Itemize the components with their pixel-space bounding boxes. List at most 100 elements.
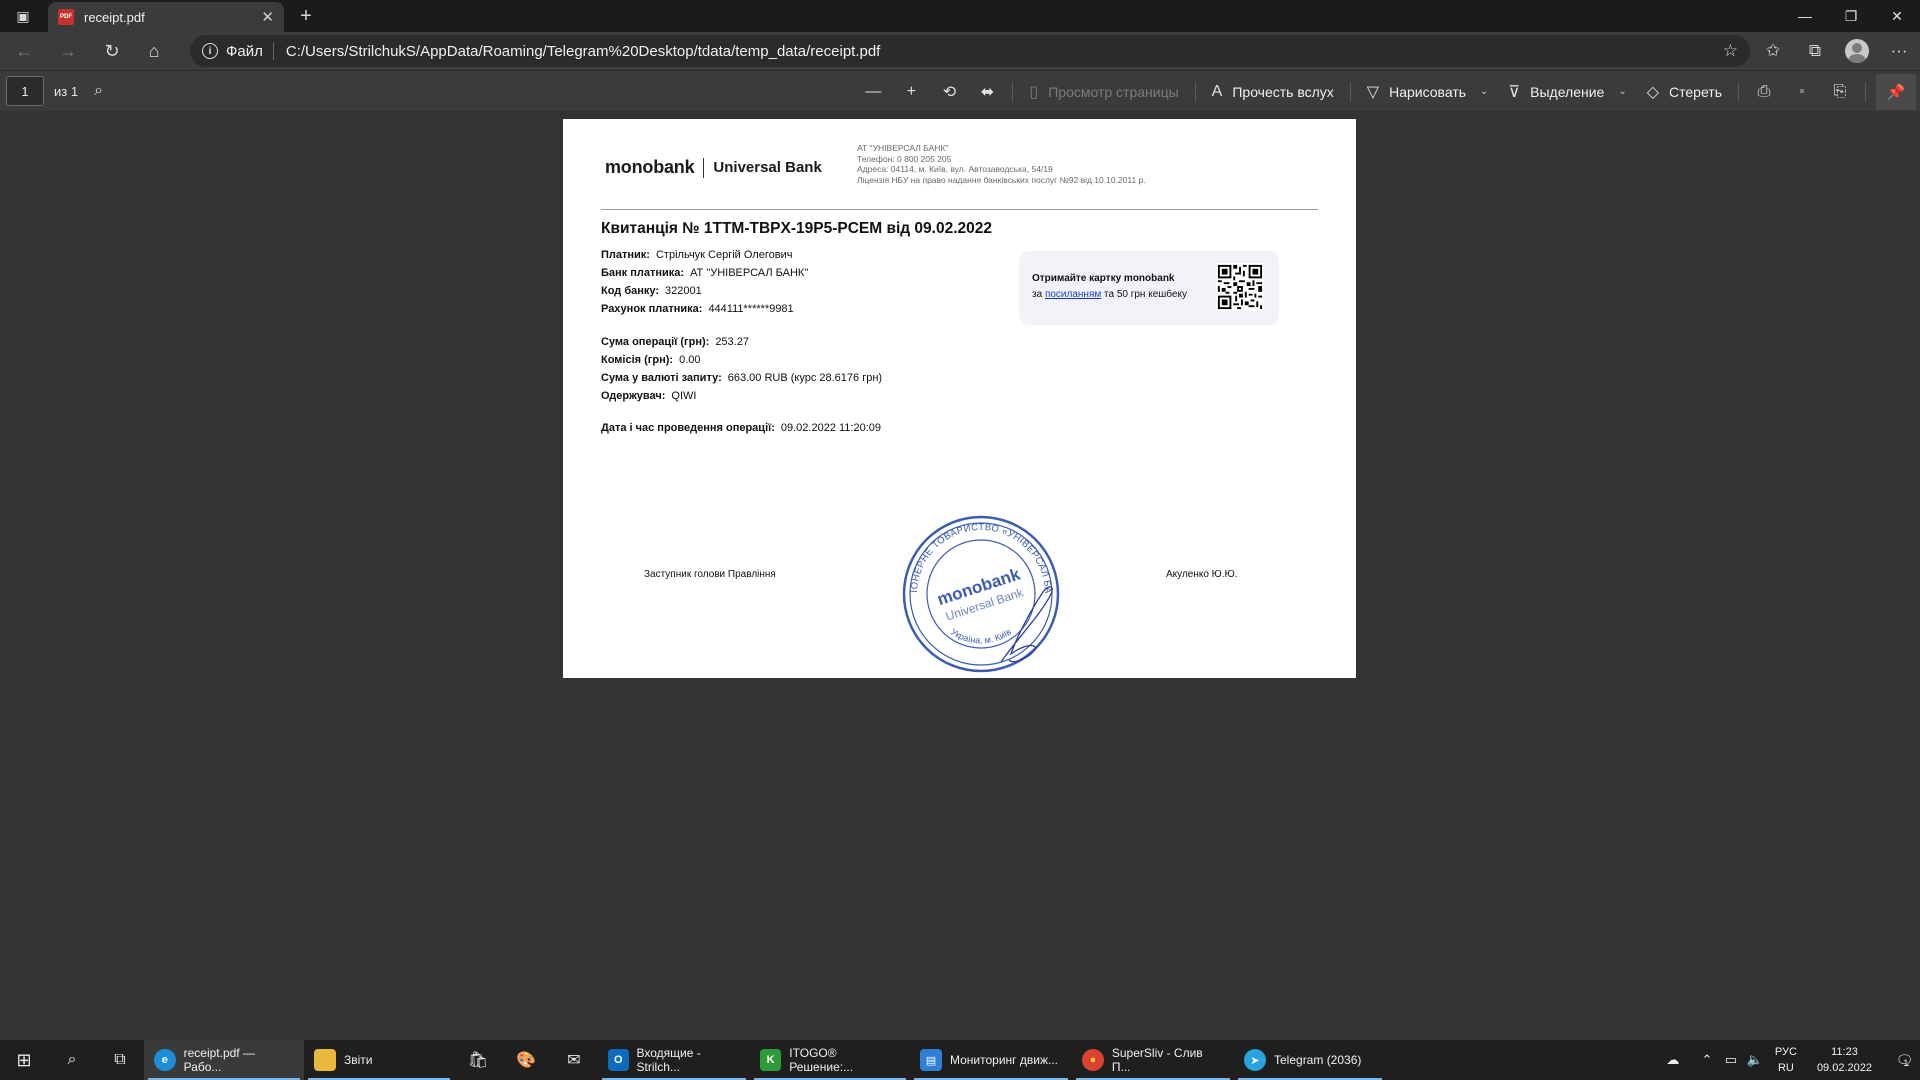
- bank-logo: monobank Universal Bank: [605, 157, 822, 178]
- language-indicator[interactable]: РУС RU: [1775, 1044, 1797, 1076]
- field-row: Сума операції (грн): 253.27: [601, 336, 749, 348]
- chevron-up-icon[interactable]: ⌃: [1695, 1052, 1719, 1068]
- field-row: Платник: Стрільчук Сергій Олегович: [601, 249, 793, 261]
- new-tab-button[interactable]: +: [292, 3, 320, 29]
- search-icon[interactable]: ⌕: [94, 82, 103, 100]
- telegram-icon: ➤: [1244, 1049, 1266, 1071]
- task-view-icon[interactable]: ⧉: [96, 1040, 144, 1080]
- promo-link[interactable]: посиланням: [1045, 289, 1101, 300]
- address-bar: ← → ↻ ⌂ i Файл C:/Users/StrilchukS/AppDa…: [0, 32, 1920, 70]
- profile-avatar[interactable]: [1845, 39, 1869, 63]
- pdf-icon: PDF: [58, 9, 74, 25]
- print-icon[interactable]: ⎙: [1745, 76, 1783, 108]
- signer-role: Заступник голови Правління: [644, 569, 776, 580]
- chevron-down-icon[interactable]: ⌄: [1618, 86, 1626, 97]
- edge-icon: e: [154, 1049, 176, 1071]
- pin-toolbar-icon[interactable]: 📌: [1876, 73, 1916, 110]
- volume-icon[interactable]: 🔈: [1743, 1052, 1767, 1068]
- taskbar-app-itogo[interactable]: K ITOGO® Решение:...: [750, 1040, 910, 1080]
- search-icon[interactable]: ⌕: [48, 1040, 96, 1080]
- more-menu-icon[interactable]: ···: [1878, 35, 1920, 67]
- zoom-out-icon[interactable]: —: [854, 76, 892, 108]
- outlook-icon: O: [608, 1049, 629, 1071]
- divider: [601, 209, 1318, 210]
- highlight-button[interactable]: ⊽ Выделение ⌄: [1498, 76, 1636, 108]
- promo-card: Отримайте картку monobank за посиланням …: [1019, 251, 1279, 325]
- folder-icon: ▬: [314, 1049, 336, 1071]
- field-row: Комісія (грн): 0.00: [601, 354, 701, 366]
- notification-count: 1: [1903, 1057, 1909, 1068]
- read-aloud-icon: A: [1211, 82, 1223, 100]
- field-row: Код банку: 322001: [601, 285, 702, 297]
- draw-icon: ▽: [1366, 83, 1380, 101]
- field-row: Сума у валюті запиту: 663.00 RUB (курс 28…: [601, 372, 883, 384]
- taskbar-app-telegram[interactable]: ➤ Telegram (2036): [1234, 1040, 1386, 1080]
- field-row: Одержувач: QIWI: [601, 390, 697, 402]
- pdf-toolbar: 1 из 1 ⌕ — + ⟲ ⬌ ▯ Просмотр страницы A П…: [0, 70, 1920, 111]
- itogo-icon: K: [760, 1049, 782, 1071]
- close-tab-icon[interactable]: ✕: [261, 8, 274, 26]
- mail-icon[interactable]: ✉: [550, 1040, 598, 1080]
- tab-title: receipt.pdf: [84, 9, 145, 25]
- read-aloud-button[interactable]: A Прочесть вслух: [1202, 76, 1344, 108]
- taskbar-app-chrome[interactable]: ● SuperSliv - Слив П...: [1072, 1040, 1234, 1080]
- page-count: из 1: [54, 83, 79, 99]
- title-bar: ▣ PDF receipt.pdf ✕ + — ❐ ✕: [0, 0, 1920, 32]
- receipt-title: Квитанція № 1TTM-TBPX-19P5-PCEM від 09.0…: [601, 220, 992, 237]
- tab-receipt[interactable]: PDF receipt.pdf ✕: [48, 2, 284, 32]
- chevron-down-icon[interactable]: ⌄: [1480, 86, 1488, 97]
- minimize-icon[interactable]: —: [1782, 0, 1828, 32]
- save-as-icon[interactable]: ⎘: [1821, 76, 1859, 108]
- url-bar[interactable]: i Файл C:/Users/StrilchukS/AppData/Roami…: [190, 35, 1750, 67]
- bank-stamp: АКЦІОНЕРНЕ ТОВАРИСТВО «УНІВЕРСАЛ БАНК» У…: [901, 514, 1060, 673]
- rotate-icon[interactable]: ⟲: [930, 76, 968, 108]
- taskbar-app-outlook[interactable]: O Входящие - Strilch...: [598, 1040, 750, 1080]
- refresh-icon[interactable]: ↻: [94, 35, 130, 67]
- forward-icon[interactable]: →: [50, 35, 86, 67]
- scheme-label: Файл: [226, 42, 263, 60]
- chrome-icon: ●: [1082, 1049, 1104, 1071]
- store-icon[interactable]: 🛍: [454, 1040, 502, 1080]
- field-row: Банк платника: АТ "УНІВЕРСАЛ БАНК": [601, 267, 809, 279]
- page-view-icon: ▯: [1029, 83, 1039, 101]
- taskbar-app-folder[interactable]: ▬ Звіти: [304, 1040, 454, 1080]
- fit-page-icon[interactable]: ⬌: [968, 76, 1006, 108]
- back-icon[interactable]: ←: [6, 35, 42, 67]
- taskbar-app-monitoring[interactable]: ▤ Мониторинг движ...: [910, 1040, 1072, 1080]
- taskbar: ⊞ ⌕ ⧉ e receipt.pdf — Рабо... ▬ Звіти 🛍 …: [0, 1040, 1920, 1080]
- close-window-icon[interactable]: ✕: [1874, 0, 1920, 32]
- eraser-icon: ◇: [1646, 83, 1660, 101]
- zoom-in-icon[interactable]: +: [892, 76, 930, 108]
- highlight-icon: ⊽: [1508, 83, 1521, 101]
- page-number-input[interactable]: 1: [6, 76, 44, 106]
- signer-name: Акуленко Ю.Ю.: [1166, 569, 1238, 580]
- home-icon[interactable]: ⌂: [136, 35, 172, 67]
- draw-button[interactable]: ▽ Нарисовать ⌄: [1357, 76, 1499, 108]
- notification-icon[interactable]: 🗨 1: [1884, 1052, 1920, 1069]
- monitoring-icon: ▤: [920, 1049, 942, 1071]
- network-icon[interactable]: ▭: [1719, 1052, 1743, 1068]
- url-text[interactable]: C:/Users/StrilchukS/AppData/Roaming/Tele…: [286, 43, 880, 60]
- page-view-button[interactable]: ▯ Просмотр страницы: [1019, 76, 1188, 108]
- windows-start-icon[interactable]: ⊞: [0, 1040, 48, 1080]
- add-favorite-icon[interactable]: ☆: [1723, 41, 1738, 61]
- erase-button[interactable]: ◇ Стереть: [1637, 76, 1732, 108]
- restore-icon[interactable]: ❐: [1828, 0, 1874, 32]
- tab-actions-icon[interactable]: ▣: [0, 0, 46, 32]
- qr-code: [1216, 263, 1264, 311]
- pdf-viewer[interactable]: monobank Universal Bank АТ "УНІВЕРСАЛ БА…: [0, 111, 1920, 1041]
- payer-block: Платник: Стрільчук Сергій Олегович Банк п…: [601, 246, 808, 318]
- collections-icon[interactable]: ⧉: [1794, 35, 1836, 67]
- info-icon[interactable]: i: [202, 43, 218, 59]
- clock[interactable]: 11:23 09.02.2022: [1817, 1044, 1872, 1076]
- taskbar-app-edge[interactable]: e receipt.pdf — Рабо...: [144, 1040, 304, 1080]
- paint-icon[interactable]: 🎨: [502, 1040, 550, 1080]
- field-row: Рахунок платника: 444111******9981: [601, 303, 794, 315]
- favorites-icon[interactable]: ✩: [1752, 35, 1794, 67]
- amount-block: Сума операції (грн): 253.27 Комісія (грн)…: [601, 333, 882, 405]
- system-tray: ☁ ⌃ ▭ 🔈 РУС RU 11:23 09.02.2022 🗨 1: [1661, 1040, 1920, 1080]
- save-icon[interactable]: ▪: [1783, 76, 1821, 108]
- bank-info: АТ "УНІВЕРСАЛ БАНК" Телефон: 0 800 205 2…: [857, 143, 1146, 185]
- onedrive-icon[interactable]: ☁: [1661, 1052, 1685, 1068]
- pdf-page: monobank Universal Bank АТ "УНІВЕРСАЛ БА…: [563, 119, 1356, 678]
